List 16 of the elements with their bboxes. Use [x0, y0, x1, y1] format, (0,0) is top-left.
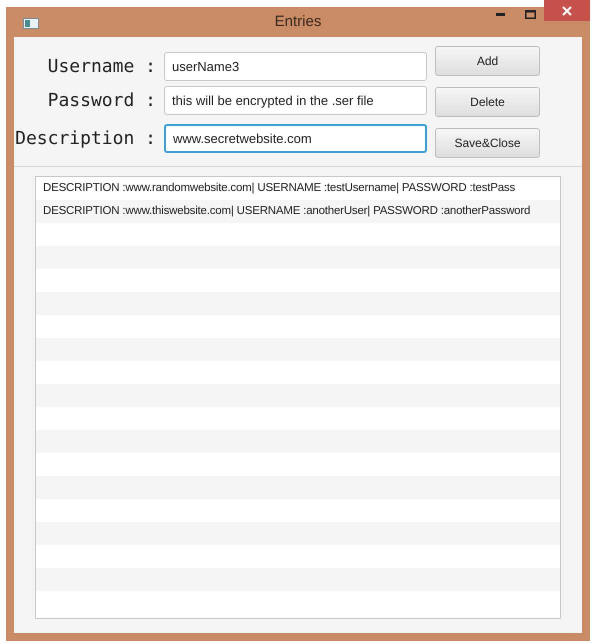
text-field[interactable]: this will be encrypted in the .ser file	[164, 86, 427, 114]
action-button[interactable]: Delete	[435, 87, 540, 117]
window-title: Entries	[274, 12, 322, 32]
text-field[interactable]: www.secretwebsite.com	[164, 124, 427, 152]
close-icon	[562, 6, 572, 16]
field-label: Password :	[46, 88, 157, 112]
close-button[interactable]	[544, 0, 590, 21]
list-item[interactable]: DESCRIPTION :www.thiswebsite.com| USERNAME :anotherUser| PASSWORD :anotherPassword	[36, 200, 560, 223]
field-label: Description :	[14, 126, 157, 150]
minimize-icon	[496, 12, 504, 16]
action-button[interactable]: Save&Close	[435, 128, 540, 158]
action-button[interactable]: Add	[435, 46, 540, 76]
app-icon	[23, 18, 39, 29]
field-label: Username :	[46, 54, 157, 78]
maximize-icon	[525, 10, 536, 18]
text-field[interactable]: userName3	[164, 52, 427, 80]
